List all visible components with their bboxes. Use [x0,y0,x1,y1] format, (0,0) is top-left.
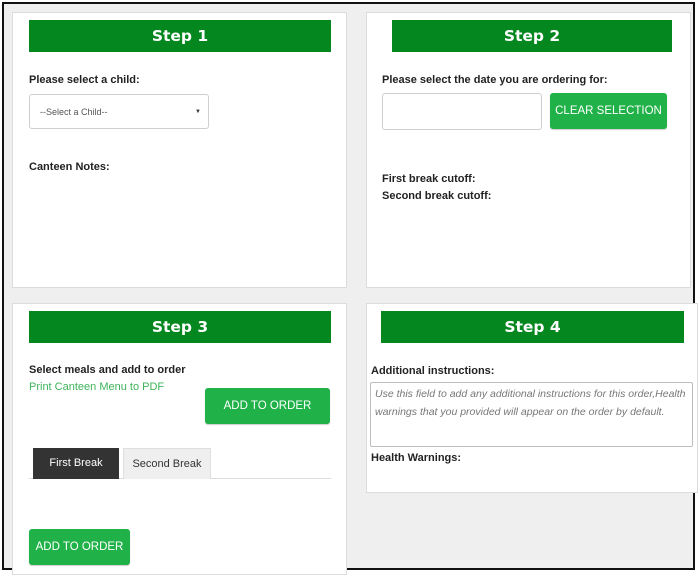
add-to-order-button-top[interactable]: ADD TO ORDER [205,388,330,424]
additional-instructions-textarea[interactable]: Use this field to add any additional ins… [370,382,693,447]
canteen-notes-label: Canteen Notes: [29,161,110,173]
tab-first-break[interactable]: First Break [33,448,119,479]
select-meals-label: Select meals and add to order [29,364,186,376]
add-to-order-button-bottom[interactable]: ADD TO ORDER [29,529,130,565]
step3-panel: Step 3 Select meals and add to order Pri… [12,303,347,575]
chevron-down-icon: ▼ [195,109,201,115]
child-select-value: --Select a Child-- [40,107,108,117]
child-select[interactable]: --Select a Child-- ▼ [29,94,209,129]
tab-second-break[interactable]: Second Break [123,448,211,479]
step2-header: Step 2 [392,20,672,52]
date-select-label: Please select the date you are ordering … [382,74,608,86]
step3-header: Step 3 [29,311,331,343]
step4-header: Step 4 [381,311,684,343]
additional-instructions-label: Additional instructions: [371,365,495,377]
page-frame: Step 1 Please select a child: --Select a… [2,2,698,575]
first-break-cutoff-label: First break cutoff: [382,173,476,185]
second-break-cutoff-label: Second break cutoff: [382,190,492,202]
step4-panel: Step 4 Additional instructions: Use this… [366,303,698,493]
clear-selection-button[interactable]: CLEAR SELECTION [550,93,667,129]
date-input[interactable] [382,93,542,130]
step1-panel: Step 1 Please select a child: --Select a… [12,12,347,288]
health-warnings-label: Health Warnings: [371,452,462,464]
child-select-label: Please select a child: [29,74,140,86]
step1-header: Step 1 [29,20,331,52]
print-menu-link[interactable]: Print Canteen Menu to PDF [29,381,164,393]
step2-panel: Step 2 Please select the date you are or… [366,12,691,288]
